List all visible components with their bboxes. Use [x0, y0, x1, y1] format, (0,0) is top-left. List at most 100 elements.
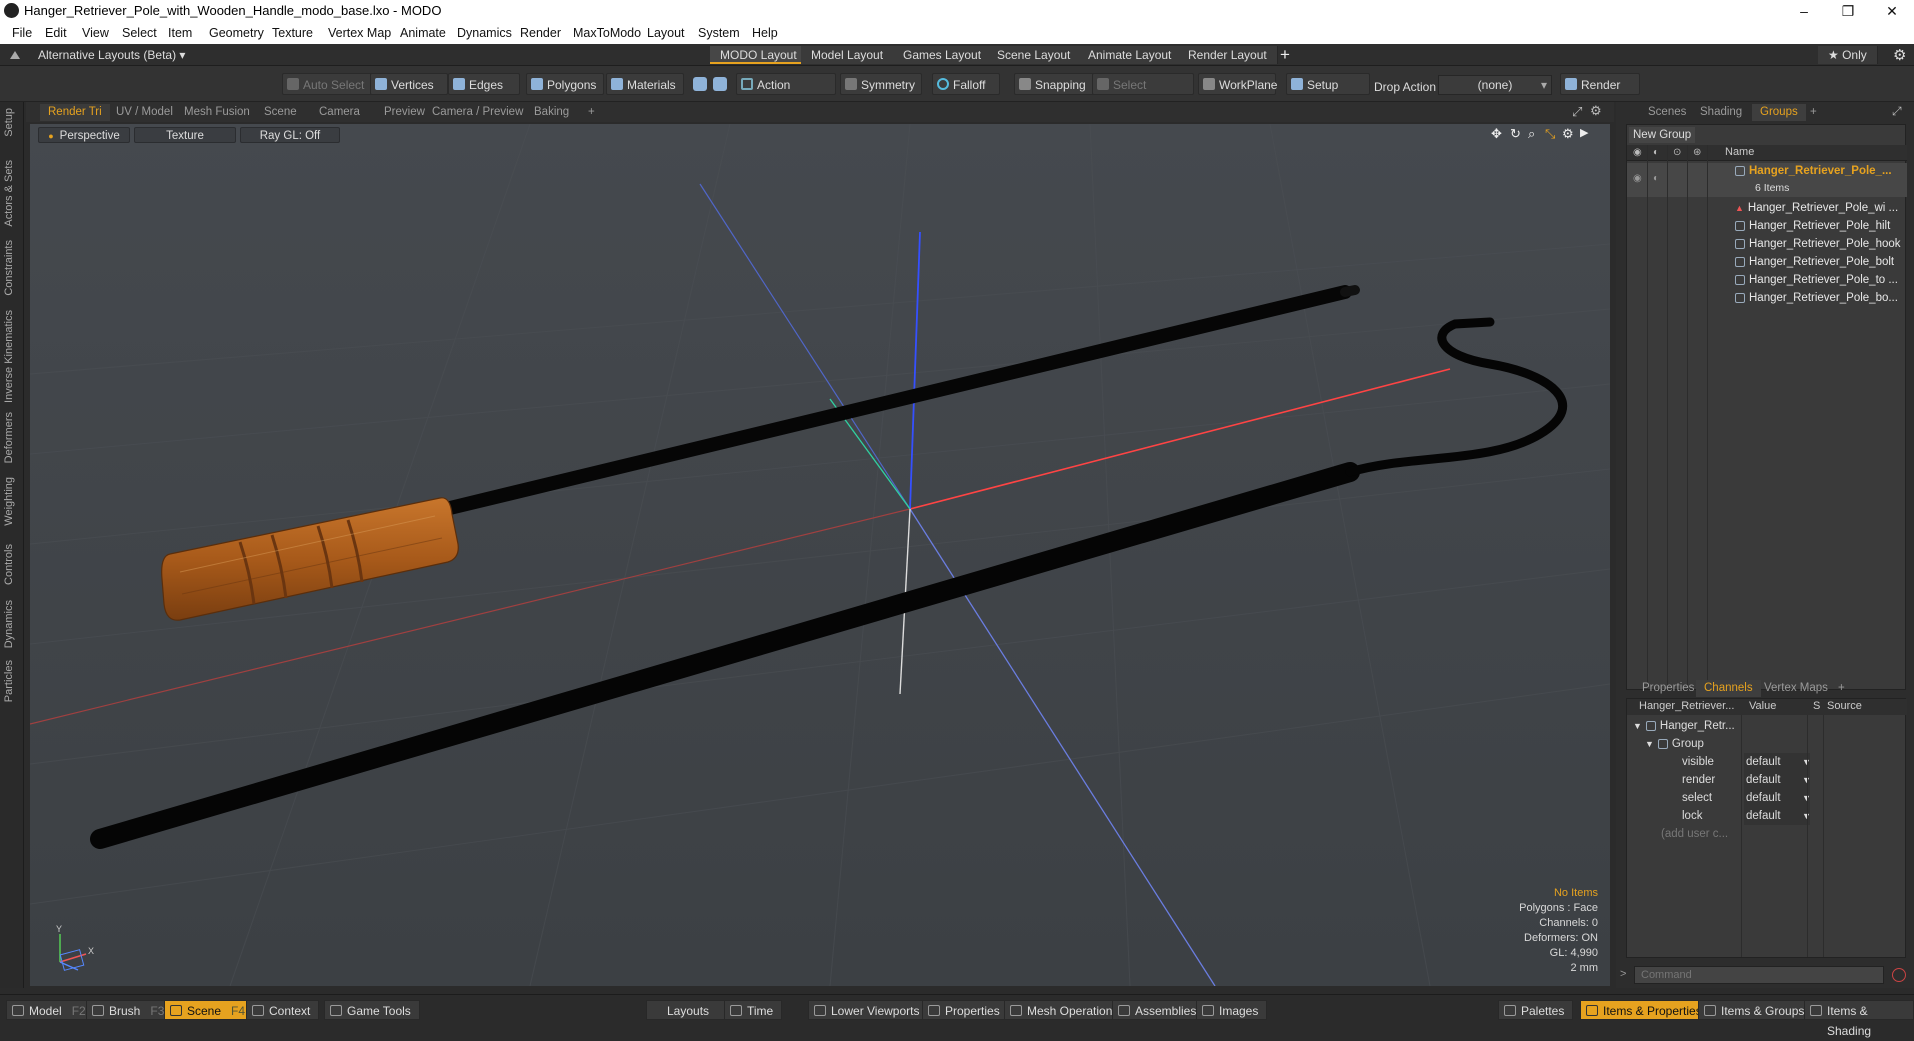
vertices-button[interactable]: Vertices — [370, 73, 448, 95]
items-properties-button[interactable]: Items & Properties — [1580, 1000, 1711, 1020]
auto-select-button[interactable]: Auto Select — [282, 73, 372, 95]
list-item[interactable]: Hanger_Retriever_Pole_to ... — [1627, 271, 1909, 289]
tab-baking[interactable]: Baking — [526, 104, 577, 121]
symmetry-button[interactable]: Symmetry — [840, 73, 922, 95]
alternative-layouts-dropdown[interactable]: Alternative Layouts (Beta) ▾ — [38, 48, 185, 62]
channel-row[interactable]: visibledefault▼ — [1627, 753, 1909, 771]
brush-button[interactable]: Brush F3 — [86, 1000, 174, 1020]
tab-properties[interactable]: Properties — [1634, 680, 1702, 697]
command-input[interactable] — [1634, 966, 1884, 984]
selection-convert-icon[interactable] — [713, 77, 727, 91]
group-root-row[interactable]: ◉ ◐ Hanger_Retriever_Pole_... 6 Items — [1627, 163, 1907, 197]
minimize-button[interactable]: – — [1782, 0, 1826, 22]
tab-deformers[interactable]: Deformers — [3, 412, 15, 463]
maximize-panel-icon[interactable]: ⤢ — [1892, 104, 1902, 119]
layouts-button[interactable]: Layouts — [646, 1000, 729, 1020]
menu-edit[interactable]: Edit — [45, 26, 67, 40]
scene-button[interactable]: Scene F4 — [164, 1000, 255, 1020]
game-tools-button[interactable]: Game Tools — [324, 1000, 420, 1020]
tab-dynamics[interactable]: Dynamics — [3, 600, 15, 648]
fit-view-icon[interactable]: ⤡ — [1545, 126, 1555, 142]
pan-icon[interactable]: ✥ — [1491, 126, 1502, 142]
3d-viewport[interactable]: ● Perspective Texture Ray GL: Off ✥ ↻ ⌕ ⤡… — [30, 124, 1610, 986]
items-shading-button[interactable]: Items & Shading — [1804, 1000, 1914, 1038]
images-button[interactable]: Images — [1196, 1000, 1268, 1020]
channel-row[interactable]: renderdefault▼ — [1627, 771, 1909, 789]
tab-scene-layout[interactable]: Scene Layout — [987, 46, 1082, 64]
layout-settings-gear-icon[interactable]: ⚙ — [1893, 46, 1906, 64]
tab-groups[interactable]: Groups — [1752, 104, 1806, 121]
drop-action-select[interactable]: (none) ▾ — [1438, 75, 1552, 95]
tab-vertex-maps[interactable]: Vertex Maps — [1756, 680, 1836, 697]
menu-layout[interactable]: Layout — [647, 26, 685, 40]
viewport-options-gear-icon[interactable]: ⚙ — [1562, 126, 1574, 142]
root-visibility-eye-icon[interactable]: ◉ — [1633, 173, 1642, 184]
tab-scene[interactable]: Scene — [256, 104, 305, 121]
tab-animate-layout[interactable]: Animate Layout — [1078, 46, 1183, 64]
model-button[interactable]: Model F2 — [6, 1000, 95, 1020]
add-panel-tab-button[interactable]: + — [1802, 104, 1825, 121]
selection-set-icon[interactable] — [693, 77, 707, 91]
list-item[interactable]: Hanger_Retriever_Pole_bolt — [1627, 253, 1909, 271]
setup-mode-button[interactable]: Setup Mode — [1286, 73, 1370, 114]
tab-render-layout[interactable]: Render Layout — [1178, 46, 1278, 64]
restore-button[interactable]: ❐ — [1826, 0, 1870, 22]
polygons-button[interactable]: Polygons — [526, 73, 604, 95]
tab-actors-sets[interactable]: Actors & Sets — [3, 160, 15, 227]
properties-button[interactable]: Properties — [922, 1000, 1009, 1020]
add-user-channel-row[interactable]: (add user c... — [1627, 825, 1909, 843]
tab-model-layout[interactable]: Model Layout — [801, 46, 895, 64]
zoom-icon[interactable]: ⌕ — [1528, 126, 1535, 142]
tab-setup[interactable]: Setup — [3, 108, 15, 137]
menu-dynamics[interactable]: Dynamics — [457, 26, 512, 40]
tab-controls[interactable]: Controls — [3, 544, 15, 585]
tab-games-layout[interactable]: Games Layout — [893, 46, 993, 64]
menu-render[interactable]: Render — [520, 26, 561, 40]
only-toggle[interactable]: ★ Only — [1818, 46, 1878, 64]
viewport-settings-gear-icon[interactable]: ⚙ — [1590, 103, 1602, 119]
tab-weighting[interactable]: Weighting — [3, 477, 15, 526]
tab-modo-layout[interactable]: MODO Layout — [710, 46, 808, 64]
channel-tree-group[interactable]: ▼ Group — [1627, 735, 1909, 753]
viewport-menu-arrow-icon[interactable]: ▶ — [1580, 126, 1588, 139]
channel-row[interactable]: selectdefault▼ — [1627, 789, 1909, 807]
rotate-icon[interactable]: ↻ — [1510, 126, 1521, 142]
edges-button[interactable]: Edges — [448, 73, 520, 95]
tab-render-tri[interactable]: Render Tri — [40, 104, 110, 121]
ray-gl-button[interactable]: Ray GL: Off — [240, 127, 340, 143]
lower-viewports-button[interactable]: Lower Viewports — [808, 1000, 929, 1020]
assemblies-button[interactable]: Assemblies — [1112, 1000, 1206, 1020]
materials-button[interactable]: Materials — [606, 73, 684, 95]
menu-geometry[interactable]: Geometry — [209, 26, 264, 40]
tab-camera[interactable]: Camera — [311, 104, 368, 121]
select-through-button[interactable]: Select Through — [1092, 73, 1194, 114]
tab-camera-preview[interactable]: Camera / Preview — [424, 104, 531, 121]
tab-constraints[interactable]: Constraints — [3, 240, 15, 296]
add-viewport-tab-button[interactable]: + — [580, 104, 603, 121]
add-channels-tab-button[interactable]: + — [1830, 680, 1853, 697]
menu-file[interactable]: File — [12, 26, 32, 40]
snapping-button[interactable]: Snapping — [1014, 73, 1098, 95]
channel-tree-root[interactable]: ▼ Hanger_Retr... — [1627, 717, 1909, 735]
action-center-button[interactable]: Action Center — [736, 73, 836, 114]
tab-channels[interactable]: Channels — [1696, 680, 1761, 697]
palettes-button[interactable]: Palettes — [1498, 1000, 1574, 1020]
list-item[interactable]: Hanger_Retriever_Pole_bo... — [1627, 289, 1909, 307]
tab-shading[interactable]: Shading — [1692, 104, 1750, 121]
view-perspective-button[interactable]: ● Perspective — [38, 127, 130, 143]
record-macro-icon[interactable] — [1892, 968, 1906, 982]
collapse-icon[interactable] — [10, 49, 20, 59]
tab-mesh-fusion[interactable]: Mesh Fusion — [176, 104, 258, 121]
menu-item[interactable]: Item — [168, 26, 192, 40]
menu-system[interactable]: System — [698, 26, 740, 40]
time-button[interactable]: Time — [724, 1000, 783, 1020]
workplane-button[interactable]: WorkPlane — [1198, 73, 1277, 95]
tab-uv-model[interactable]: UV / Model — [108, 104, 181, 121]
close-button[interactable]: ✕ — [1870, 0, 1914, 22]
menu-vertex-map[interactable]: Vertex Map — [328, 26, 391, 40]
menu-view[interactable]: View — [82, 26, 109, 40]
channel-row[interactable]: lockdefault▼ — [1627, 807, 1909, 825]
list-item[interactable]: Hanger_Retriever_Pole_hook — [1627, 235, 1909, 253]
root-render-icon[interactable]: ◐ — [1653, 173, 1659, 184]
menu-texture[interactable]: Texture — [272, 26, 313, 40]
